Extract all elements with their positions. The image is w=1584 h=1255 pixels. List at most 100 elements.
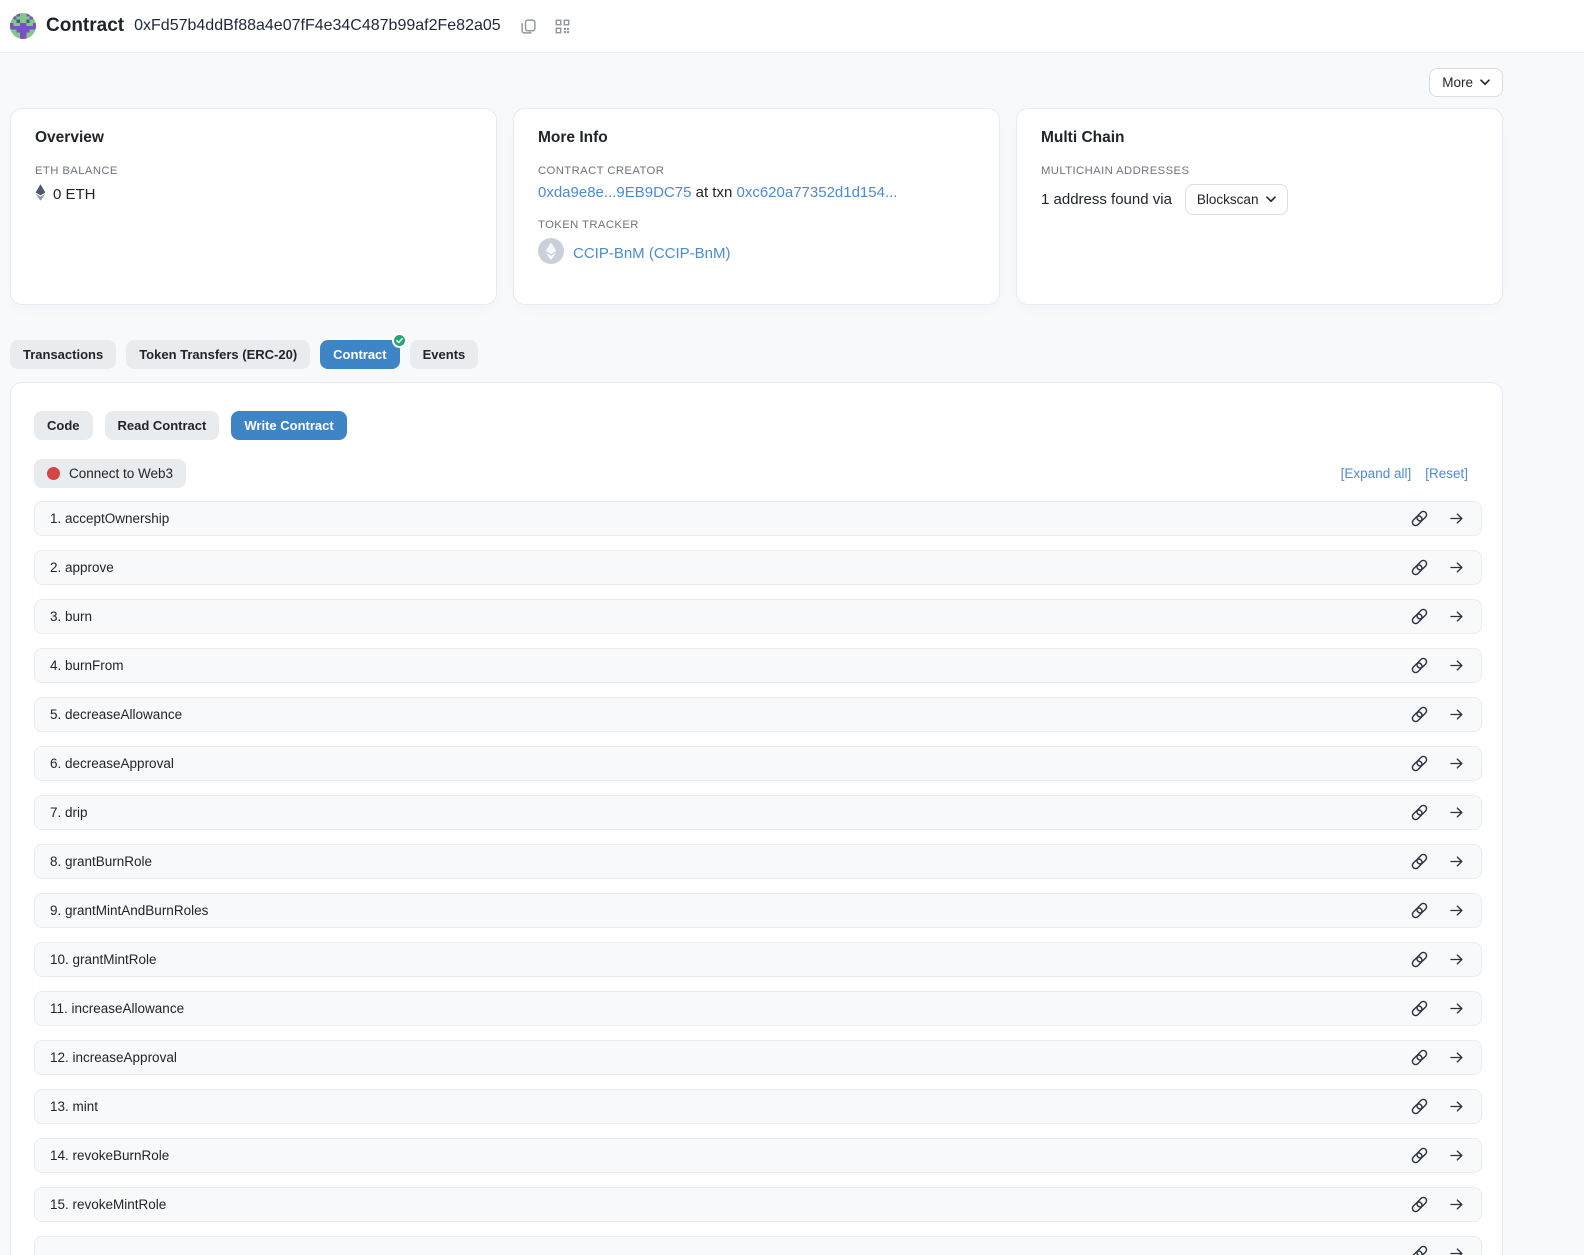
expand-arrow-icon[interactable] [1445,655,1467,677]
tab-token-transfers[interactable]: Token Transfers (ERC-20) [126,340,310,369]
permalink-icon[interactable] [1408,1047,1430,1069]
function-label: 6. decreaseApproval [50,756,174,771]
permalink-icon[interactable] [1408,557,1430,579]
function-row[interactable]: 13. mint [34,1089,1482,1124]
expand-all-link[interactable]: [Expand all] [1341,466,1412,481]
token-icon [538,238,564,268]
permalink-icon[interactable] [1408,998,1430,1020]
permalink-icon[interactable] [1408,655,1430,677]
tab-bar: Transactions Token Transfers (ERC-20) Co… [10,340,1503,369]
function-row[interactable]: 11. increaseAllowance [34,991,1482,1026]
permalink-icon[interactable] [1408,508,1430,530]
function-row[interactable]: 10. grantMintRole [34,942,1482,977]
function-row[interactable]: 14. revokeBurnRole [34,1138,1482,1173]
tab-transactions[interactable]: Transactions [10,340,116,369]
function-row[interactable]: 5. decreaseAllowance [34,697,1482,732]
expand-arrow-icon[interactable] [1445,557,1467,579]
multi-chain-card: Multi Chain MULTICHAIN ADDRESSES 1 addre… [1016,108,1503,305]
permalink-icon[interactable] [1408,704,1430,726]
creator-address-link[interactable]: 0xda9e8e...9EB9DC75 [538,184,691,201]
function-label: 7. drip [50,805,88,820]
eth-balance-value: 0 ETH [53,186,96,203]
contract-panel: Code Read Contract Write Contract Connec… [10,382,1503,1255]
contract-address: 0xFd57b4ddBf88a4e07fF4e34C487b99af2Fe82a… [134,17,501,35]
function-row[interactable]: 1. acceptOwnership [34,501,1482,536]
token-tracker-link[interactable]: CCIP-BnM (CCIP-BnM) [573,245,731,262]
copy-address-icon[interactable] [517,14,541,38]
more-button[interactable]: More [1429,68,1503,97]
more-info-title: More Info [538,129,975,147]
function-label: 10. grantMintRole [50,952,157,967]
blockscan-dropdown[interactable]: Blockscan [1185,184,1289,215]
tab-events[interactable]: Events [410,340,479,369]
expand-arrow-icon[interactable] [1445,851,1467,873]
overview-title: Overview [35,129,472,147]
function-label: 8. grantBurnRole [50,854,152,869]
permalink-icon[interactable] [1408,1194,1430,1216]
expand-arrow-icon[interactable] [1445,508,1467,530]
permalink-icon[interactable] [1408,1243,1430,1255]
chevron-down-icon [1480,79,1490,86]
function-label: 11. increaseAllowance [50,1001,184,1016]
contract-identicon [10,13,36,39]
tab-code[interactable]: Code [34,411,93,440]
tab-write-contract[interactable]: Write Contract [231,411,346,440]
reset-link[interactable]: [Reset] [1425,466,1468,481]
expand-arrow-icon[interactable] [1445,1145,1467,1167]
function-label: 15. revokeMintRole [50,1197,166,1212]
function-row[interactable]: 7. drip [34,795,1482,830]
overview-card: Overview ETH BALANCE 0 ETH [10,108,497,305]
tab-read-contract[interactable]: Read Contract [105,411,220,440]
expand-arrow-icon[interactable] [1445,704,1467,726]
qr-code-icon[interactable] [551,14,575,38]
permalink-icon[interactable] [1408,1096,1430,1118]
tab-contract[interactable]: Contract [320,340,399,369]
expand-arrow-icon[interactable] [1445,1047,1467,1069]
expand-arrow-icon[interactable] [1445,802,1467,824]
function-label: 14. revokeBurnRole [50,1148,169,1163]
verified-check-icon [392,333,407,348]
function-row[interactable] [34,1236,1482,1255]
function-row[interactable]: 8. grantBurnRole [34,844,1482,879]
function-label: 1. acceptOwnership [50,511,169,526]
permalink-icon[interactable] [1408,900,1430,922]
contract-creator-label: CONTRACT CREATOR [538,165,975,177]
function-label: 3. burn [50,609,92,624]
expand-arrow-icon[interactable] [1445,998,1467,1020]
connect-to-web3-button[interactable]: Connect to Web3 [34,459,186,488]
eth-balance-label: ETH BALANCE [35,165,472,177]
permalink-icon[interactable] [1408,606,1430,628]
page-title: Contract [46,15,124,37]
function-row[interactable]: 6. decreaseApproval [34,746,1482,781]
expand-arrow-icon[interactable] [1445,900,1467,922]
expand-arrow-icon[interactable] [1445,1096,1467,1118]
function-row[interactable]: 15. revokeMintRole [34,1187,1482,1222]
multichain-addresses-label: MULTICHAIN ADDRESSES [1041,165,1478,177]
function-label: 2. approve [50,560,114,575]
function-row[interactable]: 4. burnFrom [34,648,1482,683]
expand-arrow-icon[interactable] [1445,1194,1467,1216]
permalink-icon[interactable] [1408,753,1430,775]
expand-arrow-icon[interactable] [1445,606,1467,628]
creator-connector-text: at txn [696,184,733,201]
permalink-icon[interactable] [1408,851,1430,873]
permalink-icon[interactable] [1408,949,1430,971]
function-label: 5. decreaseAllowance [50,707,182,722]
blockscan-dropdown-label: Blockscan [1197,192,1259,207]
more-button-label: More [1442,75,1473,90]
permalink-icon[interactable] [1408,1145,1430,1167]
function-row[interactable]: 9. grantMintAndBurnRoles [34,893,1482,928]
function-row[interactable]: 12. increaseApproval [34,1040,1482,1075]
function-row[interactable]: 3. burn [34,599,1482,634]
disconnected-status-icon [47,467,60,480]
functions-list: 1. acceptOwnership 2. approve [34,501,1482,1255]
function-row[interactable]: 2. approve [34,550,1482,585]
function-label: 4. burnFrom [50,658,124,673]
connect-to-web3-label: Connect to Web3 [69,466,173,481]
expand-arrow-icon[interactable] [1445,753,1467,775]
creator-txn-link[interactable]: 0xc620a77352d1d154... [736,184,897,201]
permalink-icon[interactable] [1408,802,1430,824]
multi-chain-title: Multi Chain [1041,129,1478,147]
expand-arrow-icon[interactable] [1445,1243,1467,1255]
expand-arrow-icon[interactable] [1445,949,1467,971]
